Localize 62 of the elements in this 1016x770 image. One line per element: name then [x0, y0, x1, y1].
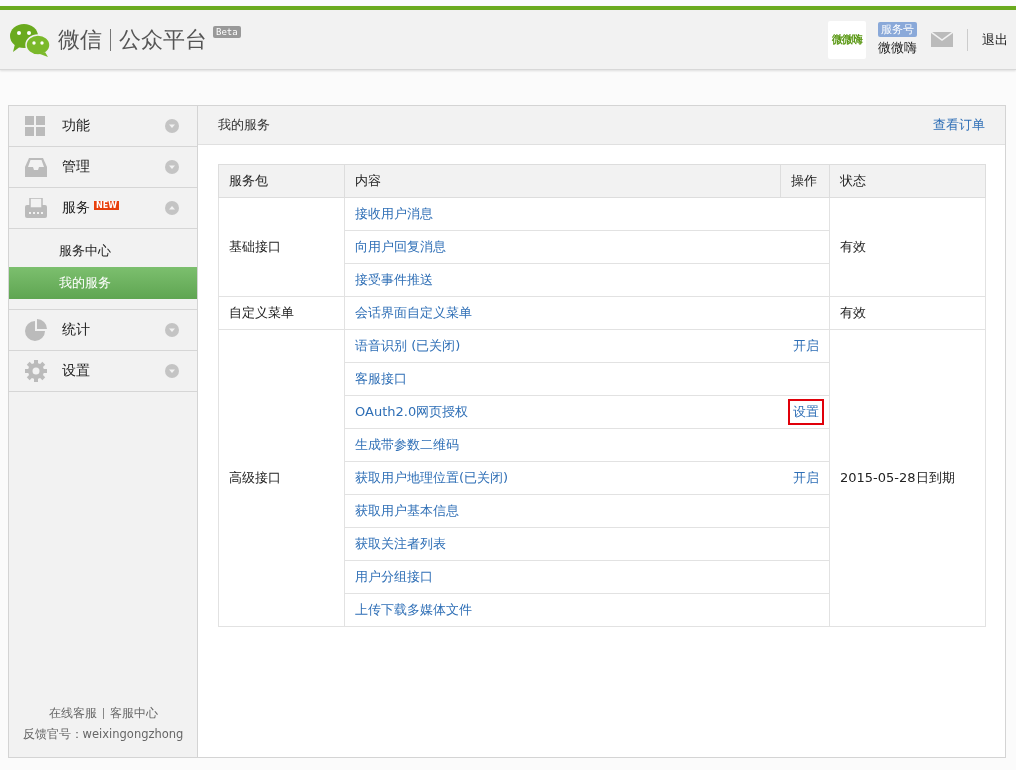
account-logo: 微微嗨 [828, 20, 866, 59]
feedback-account-text: 反馈官号：weixingongzhong [21, 726, 185, 743]
service-link[interactable]: 接受事件推送 [355, 271, 433, 289]
service-link[interactable]: 获取用户地理位置(已关闭) [355, 469, 509, 487]
package-cell: 高级接口 [218, 329, 345, 627]
beta-badge: Beta [213, 25, 241, 38]
status-cell: 有效 [829, 197, 986, 297]
printer-icon [25, 198, 47, 218]
chat-bubbles-logo-icon [8, 21, 52, 58]
service-link[interactable]: 用户分组接口 [355, 568, 433, 586]
nav-item[interactable]: 服务 NEW [9, 188, 197, 229]
pie-chart-icon [25, 319, 47, 341]
product-name: 公众平台 [119, 25, 207, 54]
nav-label: 统计 [62, 321, 90, 339]
logout-link[interactable]: 退出 [982, 30, 1008, 49]
column-header: 操作 [780, 164, 830, 198]
expand-icon[interactable] [165, 119, 179, 133]
brand-name: 微信 [58, 25, 102, 54]
status-cell: 2015-05-28日到期 [829, 329, 986, 627]
service-link[interactable]: 获取关注者列表 [355, 535, 446, 553]
expand-icon[interactable] [165, 160, 179, 174]
action-link[interactable]: 开启 [788, 465, 824, 491]
settings-icon [25, 360, 47, 382]
service-link[interactable]: 客服接口 [355, 370, 407, 388]
service-link[interactable]: 获取用户基本信息 [355, 502, 459, 520]
mail-icon[interactable] [931, 32, 953, 47]
column-header: 服务包 [218, 164, 345, 198]
inbox-tray-icon [25, 157, 47, 177]
service-link[interactable]: 生成带参数二维码 [355, 436, 459, 454]
service-link[interactable]: 会话界面自定义菜单 [355, 304, 472, 322]
service-link[interactable]: 向用户回复消息 [355, 238, 446, 256]
action-link[interactable]: 设置 [788, 399, 824, 425]
nav-label: 管理 [62, 158, 90, 176]
nav-label: 服务 [62, 199, 90, 217]
nav-item[interactable]: 统计 [9, 310, 197, 351]
account-type-badge: 服务号 [878, 22, 917, 37]
view-orders-link[interactable]: 查看订单 [933, 116, 985, 134]
nav-item[interactable]: 设置 [9, 351, 197, 392]
package-cell: 自定义菜单 [218, 296, 345, 330]
service-link[interactable]: 上传下载多媒体文件 [355, 601, 472, 619]
service-link[interactable]: 语音识别 (已关闭) [355, 337, 461, 355]
collapse-icon[interactable] [165, 201, 179, 215]
package-cell: 基础接口 [218, 197, 345, 297]
column-header: 内容 [344, 164, 781, 198]
status-cell: 有效 [829, 296, 986, 330]
section-title: 我的服务 [218, 116, 270, 134]
footer-link[interactable]: 客服中心 [109, 703, 158, 724]
expand-icon[interactable] [165, 364, 179, 378]
footer-link[interactable]: 在线客服 [48, 703, 97, 724]
service-link[interactable]: OAuth2.0网页授权 [355, 403, 469, 421]
nav-item[interactable]: 管理 [9, 147, 197, 188]
nav-label: 设置 [62, 362, 90, 380]
account-name: 微微嗨 [878, 39, 917, 57]
nav-item[interactable]: 功能 [9, 106, 197, 147]
column-header: 状态 [829, 164, 986, 198]
sub-nav-item[interactable]: 服务中心 [9, 235, 197, 267]
new-badge: NEW [94, 200, 119, 210]
nav-label: 功能 [62, 117, 90, 135]
grid-icon [25, 116, 45, 136]
service-link[interactable]: 接收用户消息 [355, 205, 433, 223]
expand-icon[interactable] [165, 323, 179, 337]
action-link[interactable]: 开启 [788, 333, 824, 359]
